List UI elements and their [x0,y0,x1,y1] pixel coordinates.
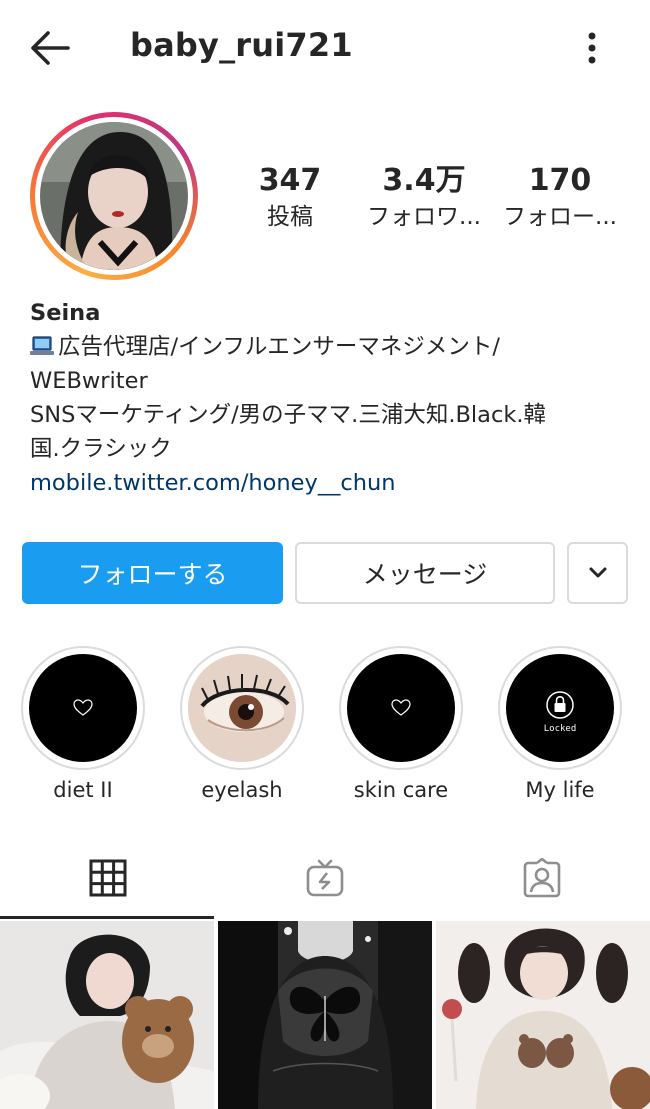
tab-igtv[interactable] [217,838,433,918]
highlight-label: diet II [53,778,113,802]
message-button[interactable]: メッセージ [295,542,555,604]
posts-value: 347 [258,163,322,198]
bio-line-3: SNSマーケティング/男の子ママ.三浦大知.Black.韓 [30,402,547,428]
post-thumbnail[interactable] [0,921,214,1109]
lock-icon [546,691,574,719]
bio-link[interactable]: mobile.twitter.com/honey__chun [30,466,630,500]
highlight-label: skin care [353,778,449,802]
avatar[interactable] [30,112,198,280]
chevron-down-icon [589,567,606,578]
profile-tabs [0,838,650,920]
display-name: Seina [30,300,101,326]
highlight-eyelash[interactable]: eyelash [180,646,304,802]
followers-count[interactable]: 3.4万 フォロワ... [362,162,486,234]
highlight-ring [180,646,304,770]
bio-line-4: 国.クラシック [30,436,172,462]
back-arrow-icon[interactable] [26,24,74,72]
profile-bio: Seina 広告代理店/インフルエンサーマネジメント/ WEBwriter SN… [30,296,630,500]
locked-badge: Locked [543,724,577,734]
heart-icon [391,699,411,716]
following-label: フォロー... [503,204,617,230]
posts-label: 投稿 [267,204,313,230]
grid-icon [89,859,127,897]
bio-line-2: WEBwriter [30,368,148,394]
followers-value: 3.4万 [382,163,466,198]
avatar-border [35,117,193,275]
post-thumbnail[interactable] [436,921,650,1109]
top-bar: baby_rui721 [0,0,650,96]
highlight-diet[interactable]: diet II [21,646,145,802]
tab-grid[interactable] [0,838,216,918]
followers-label: フォロワ... [367,204,481,230]
posts-count: 347 投稿 [245,162,335,234]
highlight-cover [347,654,455,762]
profile-username: baby_rui721 [130,26,353,64]
highlight-ring [21,646,145,770]
highlight-my-life[interactable]: Locked My life [498,646,622,802]
laptop-icon [30,332,54,355]
avatar-photo [40,122,188,270]
tab-tagged[interactable] [434,838,650,918]
eye-photo [188,654,296,762]
post-thumbnail[interactable] [218,921,432,1109]
highlight-label: My life [525,778,595,802]
more-options-icon[interactable] [572,24,616,72]
follow-button[interactable]: フォローする [22,542,283,604]
highlight-skin-care[interactable]: skin care [339,646,463,802]
highlight-cover [188,654,296,762]
following-count[interactable]: 170 フォロー... [498,162,622,234]
highlight-cover: Locked [506,654,614,762]
bio-line-1: 広告代理店/インフルエンサーマネジメント/ [30,330,630,364]
igtv-icon [306,859,344,897]
heart-icon [73,699,93,716]
posts-grid [0,921,650,1109]
highlight-ring: Locked [498,646,622,770]
highlight-cover [29,654,137,762]
active-tab-indicator [0,916,214,919]
tagged-person-icon [523,858,561,898]
following-value: 170 [528,163,592,198]
bio-text-1: 広告代理店/インフルエンサーマネジメント/ [58,334,500,360]
highlight-ring [339,646,463,770]
suggested-dropdown-button[interactable] [567,542,628,604]
highlight-label: eyelash [201,778,283,802]
